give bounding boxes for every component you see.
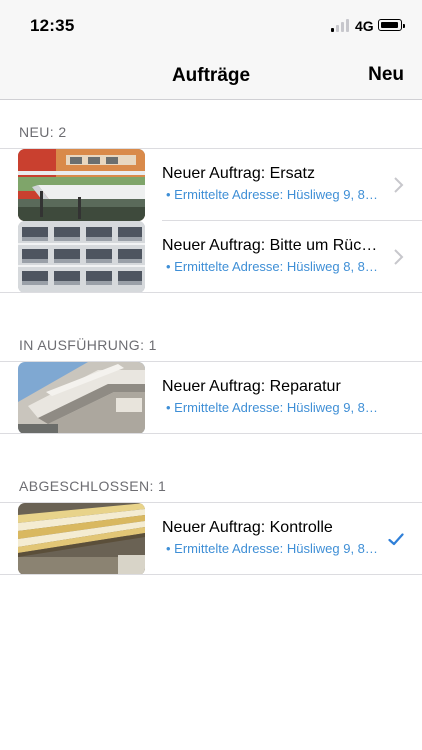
section-header-in-progress: IN AUSFÜHRUNG: 1 bbox=[19, 337, 157, 353]
chevron-right-icon bbox=[394, 249, 404, 265]
divider bbox=[0, 433, 422, 434]
section-header-completed: ABGESCHLOSSEN: 1 bbox=[19, 478, 167, 494]
clock: 12:35 bbox=[30, 16, 75, 35]
list-item[interactable]: Neuer Auftrag: Kontrolle • Ermittelte Ad… bbox=[0, 503, 422, 575]
order-address: • Ermittelte Adresse: Hüsliweg 9, 8123 E… bbox=[166, 541, 382, 556]
order-address: • Ermittelte Adresse: Hüsliweg 9, 8123 E… bbox=[166, 187, 382, 202]
list-item[interactable]: Neuer Auftrag: Ersatz • Ermittelte Adres… bbox=[0, 149, 422, 221]
new-order-button[interactable]: Neu bbox=[368, 64, 404, 86]
balcony-photo-icon bbox=[18, 362, 145, 434]
section-header-new: NEU: 2 bbox=[19, 124, 67, 140]
order-title: Neuer Auftrag: Kontrolle bbox=[162, 519, 333, 536]
order-photo-striped-awning bbox=[18, 503, 145, 575]
list-item[interactable]: Neuer Auftrag: Reparatur • Ermittelte Ad… bbox=[0, 362, 422, 434]
order-photo-balcony bbox=[18, 362, 145, 434]
order-title: Neuer Auftrag: Reparatur bbox=[162, 378, 341, 395]
divider bbox=[0, 292, 422, 293]
divider bbox=[0, 574, 422, 575]
battery-icon bbox=[378, 19, 405, 31]
page-title: Aufträge bbox=[171, 65, 251, 86]
cellular-signal-icon bbox=[331, 19, 350, 32]
order-photo-facade bbox=[18, 221, 145, 293]
checkmark-icon bbox=[388, 533, 404, 546]
striped-awning-photo-icon bbox=[18, 503, 145, 575]
facade-photo-icon bbox=[18, 221, 145, 293]
navigation-bar: Aufträge Neu bbox=[0, 50, 422, 100]
order-title: Neuer Auftrag: Bitte um Rückruf bbox=[162, 237, 384, 254]
order-photo-awning bbox=[18, 149, 145, 221]
status-bar: 12:35 4G bbox=[0, 0, 422, 50]
order-address: • Ermittelte Adresse: Hüsliweg 9, 8123 E… bbox=[166, 400, 382, 415]
network-type: 4G bbox=[355, 18, 374, 34]
chevron-right-icon bbox=[394, 177, 404, 193]
order-address: • Ermittelte Adresse: Hüsliweg 8, 8123 E… bbox=[166, 259, 382, 274]
list-item[interactable]: Neuer Auftrag: Bitte um Rückruf • Ermitt… bbox=[0, 221, 422, 293]
order-title: Neuer Auftrag: Ersatz bbox=[162, 165, 315, 182]
awning-photo-icon bbox=[18, 149, 145, 221]
